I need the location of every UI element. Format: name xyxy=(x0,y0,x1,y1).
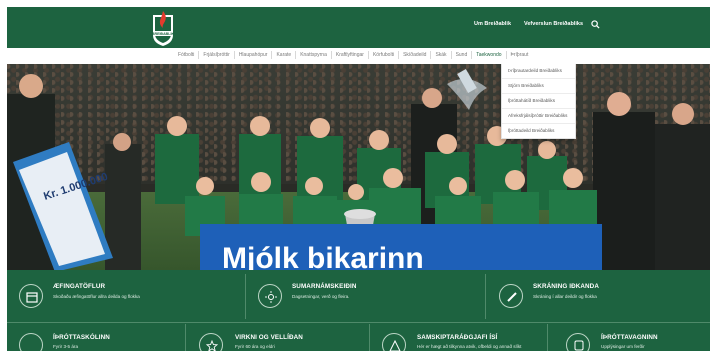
nav-item-kraftlyftingar[interactable]: Kraftlyftingar xyxy=(332,51,369,59)
nav-item-korfubolti[interactable]: Körfubolti xyxy=(369,51,400,59)
nav-item-sund[interactable]: Sund xyxy=(452,51,473,59)
nav-item-taekwondo[interactable]: Taekwondo xyxy=(472,51,507,59)
bus-icon xyxy=(566,333,590,351)
feature-ithrottaskolinn[interactable]: ÍÞRÓTTASKÓLINN Fyrir 3-5 ára xyxy=(7,323,185,351)
about-link[interactable]: Um Breiðablik xyxy=(474,21,511,27)
feature-aefingatoflur[interactable]: ÆFINGATÖFLUR Skoðaðu æfingatöflur allra … xyxy=(7,270,245,322)
feature-samskiptaradgjafi[interactable]: SAMSKIPTARÁÐGJAFI ÍSÍ Hér er hægt að til… xyxy=(369,323,547,351)
top-links: Um Breiðablik Vefverslun Breiðabliks xyxy=(474,21,583,27)
feature-grid: ÆFINGATÖFLUR Skoðaðu æfingatöflur allra … xyxy=(7,270,710,351)
nav-item-skidadeild[interactable]: Skíðadeild xyxy=(399,51,432,59)
feature-subtitle: Fyrir 60 ára og eldri xyxy=(235,344,275,349)
hero-image: Kr. 1.000.000 Mjólk bikarinn Þríþrautard… xyxy=(7,64,710,270)
calendar-icon xyxy=(19,284,43,308)
feature-sumarnamskeidin[interactable]: SUMARNÁMSKEIÐIN Dagsetningar, verð og fl… xyxy=(245,270,485,322)
ball-icon xyxy=(19,333,43,351)
dropdown-item[interactable]: Afreksfrjálsíþróttir Breiðabliks xyxy=(502,109,575,124)
feature-title: ÍÞRÓTTASKÓLINN xyxy=(53,334,110,341)
feature-subtitle: Dagsetningar, verð og fleira. xyxy=(292,294,350,299)
svg-text:BREIÐABLIK: BREIÐABLIK xyxy=(152,32,175,36)
feature-subtitle: Fyrir 3-5 ára xyxy=(53,344,79,349)
feature-subtitle: Skráning í allar deildir og flokka xyxy=(533,294,597,299)
feature-title: VIRKNI OG VELLÍÐAN xyxy=(235,334,303,341)
pencil-icon xyxy=(499,284,523,308)
nav-item-karate[interactable]: Karate xyxy=(272,51,297,59)
feature-ithrottavagninn[interactable]: ÍÞRÓTTAVAGNINN Upplýsingar um ferðir xyxy=(547,323,710,351)
dropdown-item[interactable]: Íþróttadeild Breiðabliks xyxy=(502,124,575,139)
sun-icon xyxy=(258,284,282,308)
prize-cheque: Kr. 1.000.000 xyxy=(13,142,113,270)
nav-item-frjalsithrottir[interactable]: Frjálsíþróttir xyxy=(199,51,235,59)
dropdown-item[interactable]: Stjórn Breiðabliks xyxy=(502,79,575,94)
top-header: BREIÐABLIK Um Breiðablik Vefverslun Brei… xyxy=(7,7,710,48)
feature-subtitle: Upplýsingar um ferðir xyxy=(601,344,645,349)
dropdown-item[interactable]: Íþróttahátíð Breiðabliks xyxy=(502,94,575,109)
svg-text:Mjólk bikarinn: Mjólk bikarinn xyxy=(222,242,424,270)
nav-dropdown-menu: Þríþrautardeild Breiðabliks Stjórn Breið… xyxy=(501,64,576,139)
main-nav: Fótbolti Frjálsíþróttir Hlaupahópur Kara… xyxy=(7,48,710,64)
feature-title: SKRÁNING IÐKANDA xyxy=(533,283,599,290)
star-icon xyxy=(199,333,223,351)
nav-item-skak[interactable]: Skák xyxy=(431,51,452,59)
nav-item-thrithraut[interactable]: Þríþraut xyxy=(507,51,533,59)
dropdown-item[interactable]: Þríþrautardeild Breiðabliks xyxy=(502,64,575,79)
feature-subtitle: Hér er hægt að tilkynna atvik, ofbeldi o… xyxy=(417,344,522,349)
feature-virkni-og-vellidan[interactable]: VIRKNI OG VELLÍÐAN Fyrir 60 ára og eldri xyxy=(185,323,369,351)
nav-item-fotbolti[interactable]: Fótbolti xyxy=(174,51,200,59)
sponsor-banner: Mjólk bikarinn xyxy=(200,224,602,270)
nav-item-knattspyrna[interactable]: Knattspyrna xyxy=(296,51,332,59)
search-icon[interactable] xyxy=(591,20,600,29)
breidablik-logo[interactable]: BREIÐABLIK xyxy=(141,9,185,47)
feature-skraning-idkanda[interactable]: SKRÁNING IÐKANDA Skráning í allar deildi… xyxy=(485,270,710,322)
feature-title: ÍÞRÓTTAVAGNINN xyxy=(601,334,658,341)
feature-title: SUMARNÁMSKEIÐIN xyxy=(292,283,357,290)
webshop-link[interactable]: Vefverslun Breiðabliks xyxy=(524,21,583,27)
warning-icon xyxy=(382,333,406,351)
feature-title: SAMSKIPTARÁÐGJAFI ÍSÍ xyxy=(417,334,498,341)
nav-item-hlaupahopur[interactable]: Hlaupahópur xyxy=(235,51,273,59)
feature-title: ÆFINGATÖFLUR xyxy=(53,283,106,290)
feature-subtitle: Skoðaðu æfingatöflur allra deilda og flo… xyxy=(53,294,140,299)
